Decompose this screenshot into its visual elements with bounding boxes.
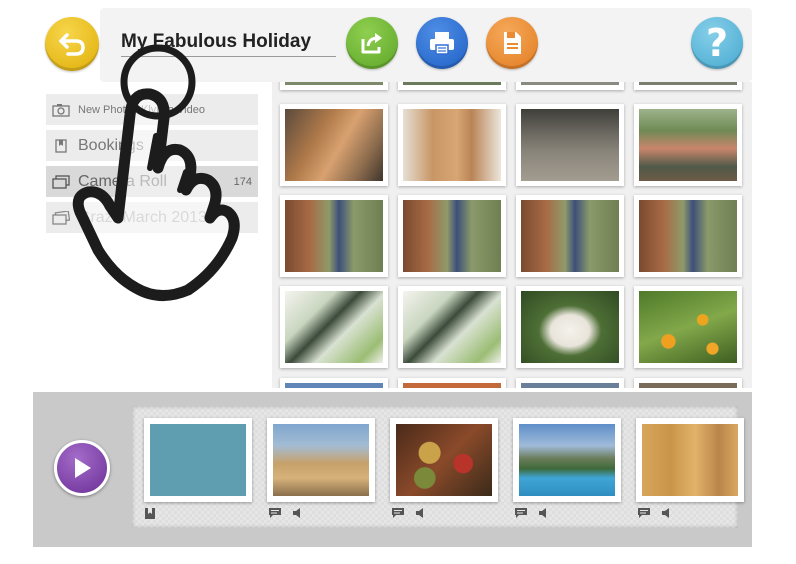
sidebar-item-graz-album[interactable]: Graz- March 2013 (46, 202, 258, 233)
photo-thumbnail[interactable] (280, 378, 388, 388)
camera-icon (52, 103, 70, 117)
project-title[interactable]: My Fabulous Holiday (121, 31, 311, 53)
play-icon (75, 458, 91, 478)
audio-icon[interactable] (292, 507, 304, 519)
photo-thumbnail[interactable] (398, 195, 506, 277)
sidebar-item-camera-roll[interactable]: Camera Roll 174 (46, 166, 258, 197)
story-card[interactable] (636, 418, 744, 502)
audio-icon[interactable] (538, 507, 550, 519)
audio-icon[interactable] (661, 507, 673, 519)
sidebar-item-label: Camera Roll (78, 172, 167, 190)
photo-thumbnail[interactable] (634, 82, 742, 90)
photo-thumbnail[interactable] (398, 104, 506, 186)
bookmark-icon[interactable] (144, 507, 156, 520)
story-card[interactable] (144, 418, 252, 502)
story-card[interactable] (390, 418, 498, 502)
photo-thumbnail[interactable] (516, 195, 624, 277)
question-mark-icon: ? (705, 21, 729, 65)
sidebar-item-new-photo[interactable]: New Photo / Klynka Video (46, 94, 258, 125)
photo-thumbnail[interactable] (516, 104, 624, 186)
caption-icon[interactable] (514, 507, 528, 519)
photo-thumbnail[interactable] (516, 286, 624, 368)
photo-thumbnail[interactable] (516, 82, 624, 90)
album-icon (52, 210, 70, 225)
back-button[interactable] (45, 17, 99, 71)
caption-icon[interactable] (268, 507, 282, 519)
photo-thumbnail[interactable] (398, 378, 506, 388)
photo-thumbnail[interactable] (634, 286, 742, 368)
album-sidebar: New Photo / Klynka Video Bookings Camera… (46, 94, 258, 234)
caption-icon[interactable] (637, 507, 651, 519)
share-icon (361, 33, 382, 54)
photo-thumbnail[interactable] (280, 82, 388, 90)
audio-icon[interactable] (415, 507, 427, 519)
photo-thumbnail[interactable] (398, 286, 506, 368)
story-card[interactable] (267, 418, 375, 502)
photo-thumbnail[interactable] (280, 104, 388, 186)
print-button[interactable] (416, 17, 468, 69)
photo-grid (272, 82, 752, 388)
storyboard-strip (132, 406, 744, 528)
photo-thumbnail[interactable] (280, 195, 388, 277)
app-window: My Fabulous Holiday ? New Photo / Klynka… (0, 0, 796, 564)
help-button[interactable]: ? (691, 17, 743, 69)
bookmark-icon (55, 138, 67, 153)
printer-icon (430, 32, 454, 55)
sidebar-item-label: Graz- March 2013 (78, 208, 207, 226)
photo-thumbnail[interactable] (634, 104, 742, 186)
save-document-icon (504, 32, 521, 54)
story-card[interactable] (513, 418, 621, 502)
photo-thumbnail[interactable] (280, 286, 388, 368)
photo-count-badge: 174 (233, 175, 252, 188)
title-underline (121, 56, 336, 57)
sidebar-item-label: New Photo / Klynka Video (78, 103, 205, 116)
back-arrow-icon (59, 33, 85, 56)
sidebar-item-bookings[interactable]: Bookings (46, 130, 258, 161)
photo-thumbnail[interactable] (516, 378, 624, 388)
sidebar-item-label: Bookings (78, 136, 144, 154)
share-button[interactable] (346, 17, 398, 69)
photos-icon (52, 174, 70, 189)
photo-thumbnail[interactable] (634, 195, 742, 277)
save-button[interactable] (486, 17, 538, 69)
play-button[interactable] (54, 440, 110, 496)
photo-thumbnail[interactable] (634, 378, 742, 388)
caption-icon[interactable] (391, 507, 405, 519)
photo-thumbnail[interactable] (398, 82, 506, 90)
